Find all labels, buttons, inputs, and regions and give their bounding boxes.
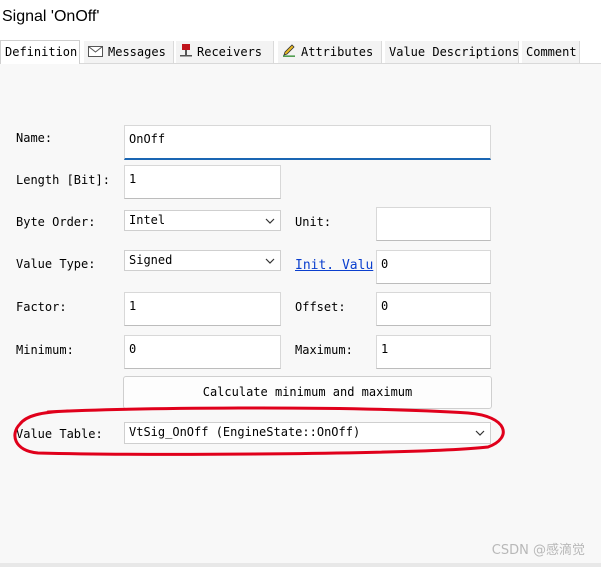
tab-definition[interactable]: Definition [0,40,80,65]
byte-order-select[interactable]: Intel [124,210,281,231]
pencil-icon [282,42,296,64]
offset-field[interactable]: 0 [376,292,491,326]
name-field[interactable]: OnOff [124,125,491,160]
tab-messages-label: Messages [108,45,166,59]
chevron-down-icon [265,214,275,228]
tab-comment-label: Comment [526,45,577,59]
tab-attributes[interactable]: Attributes [278,41,382,63]
envelope-icon [88,42,103,64]
init-value-field[interactable]: 0 [376,250,491,284]
annotation-circle [13,406,505,456]
byte-order-label: Byte Order: [16,215,96,229]
tab-value-descriptions-label: Value Descriptions [389,45,520,59]
maximum-field[interactable]: 1 [376,335,491,369]
definition-panel: Name: OnOff Length [Bit]: 1 Byte Order: … [0,64,601,567]
value-type-select[interactable]: Signed [124,250,281,271]
name-label: Name: [16,131,53,145]
tab-messages[interactable]: Messages [84,41,174,63]
byte-order-value: Intel [129,213,166,227]
tab-receivers[interactable]: Receivers [176,41,274,63]
watermark: CSDN @感滴觉 [491,543,585,558]
pin-icon [180,42,192,64]
factor-field[interactable]: 1 [124,292,281,326]
unit-label: Unit: [295,215,332,229]
tab-strip: Definition Messages Receivers Attributes… [0,40,601,65]
window-title: Signal 'OnOff' [2,8,100,25]
value-type-value: Signed [129,253,173,267]
init-value-link[interactable]: Init. Valu [295,259,373,273]
tab-value-descriptions[interactable]: Value Descriptions [385,41,519,63]
minimum-field[interactable]: 0 [124,335,281,369]
factor-label: Factor: [16,300,67,314]
value-type-label: Value Type: [16,257,96,271]
minimum-label: Minimum: [16,343,74,357]
offset-label: Offset: [295,300,346,314]
length-label: Length [Bit]: [16,173,110,187]
unit-field[interactable] [376,207,491,241]
tab-receivers-label: Receivers [197,45,263,59]
length-field[interactable]: 1 [124,165,281,199]
chevron-down-icon [265,254,275,268]
maximum-label: Maximum: [295,343,353,357]
tab-attributes-label: Attributes [301,45,374,59]
bottom-border [0,563,601,567]
tab-definition-label: Definition [5,45,78,59]
tab-comment[interactable]: Comment [522,41,580,63]
